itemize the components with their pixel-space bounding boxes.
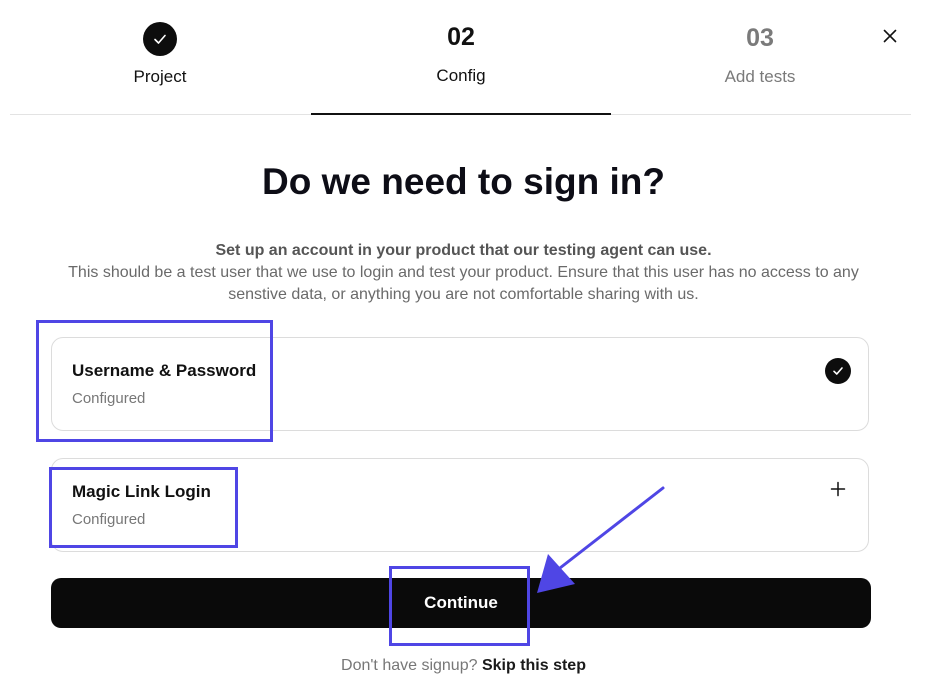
active-step-indicator: [311, 113, 611, 115]
stepper: Project 02 Config 03 Add tests: [10, 0, 911, 115]
check-circle-icon: [825, 358, 851, 384]
step-add-tests[interactable]: 03 Add tests: [610, 0, 910, 114]
auth-option-status: Configured: [72, 511, 146, 528]
page-title: Do we need to sign in?: [262, 161, 665, 202]
auth-option-status: Configured: [72, 390, 146, 407]
auth-option-title: Magic Link Login: [72, 482, 211, 501]
auth-option-magic-link[interactable]: Magic Link Login Configured: [51, 458, 869, 552]
close-icon: [883, 29, 897, 43]
step-completed-check-icon: [143, 22, 177, 56]
plus-icon[interactable]: [829, 480, 847, 498]
skip-step-row: Don't have signup? Skip this step: [0, 655, 927, 677]
step-label: Project: [133, 67, 187, 86]
step-config[interactable]: 02 Config: [311, 0, 611, 115]
skip-prompt: Don't have signup?: [341, 657, 478, 674]
close-button[interactable]: [878, 24, 902, 48]
step-label: Config: [436, 66, 486, 85]
auth-option-username-password[interactable]: Username & Password Configured: [51, 337, 869, 431]
subtitle: Set up an account in your product that o…: [215, 242, 712, 259]
step-number: 03: [746, 24, 774, 52]
step-label: Add tests: [724, 67, 796, 86]
auth-option-title: Username & Password: [72, 361, 257, 380]
step-number: 02: [447, 23, 475, 51]
description: This should be a test user that we use t…: [68, 264, 859, 303]
continue-button[interactable]: Continue: [51, 578, 871, 628]
step-project[interactable]: Project: [10, 0, 310, 114]
skip-step-link[interactable]: Skip this step: [482, 657, 586, 674]
